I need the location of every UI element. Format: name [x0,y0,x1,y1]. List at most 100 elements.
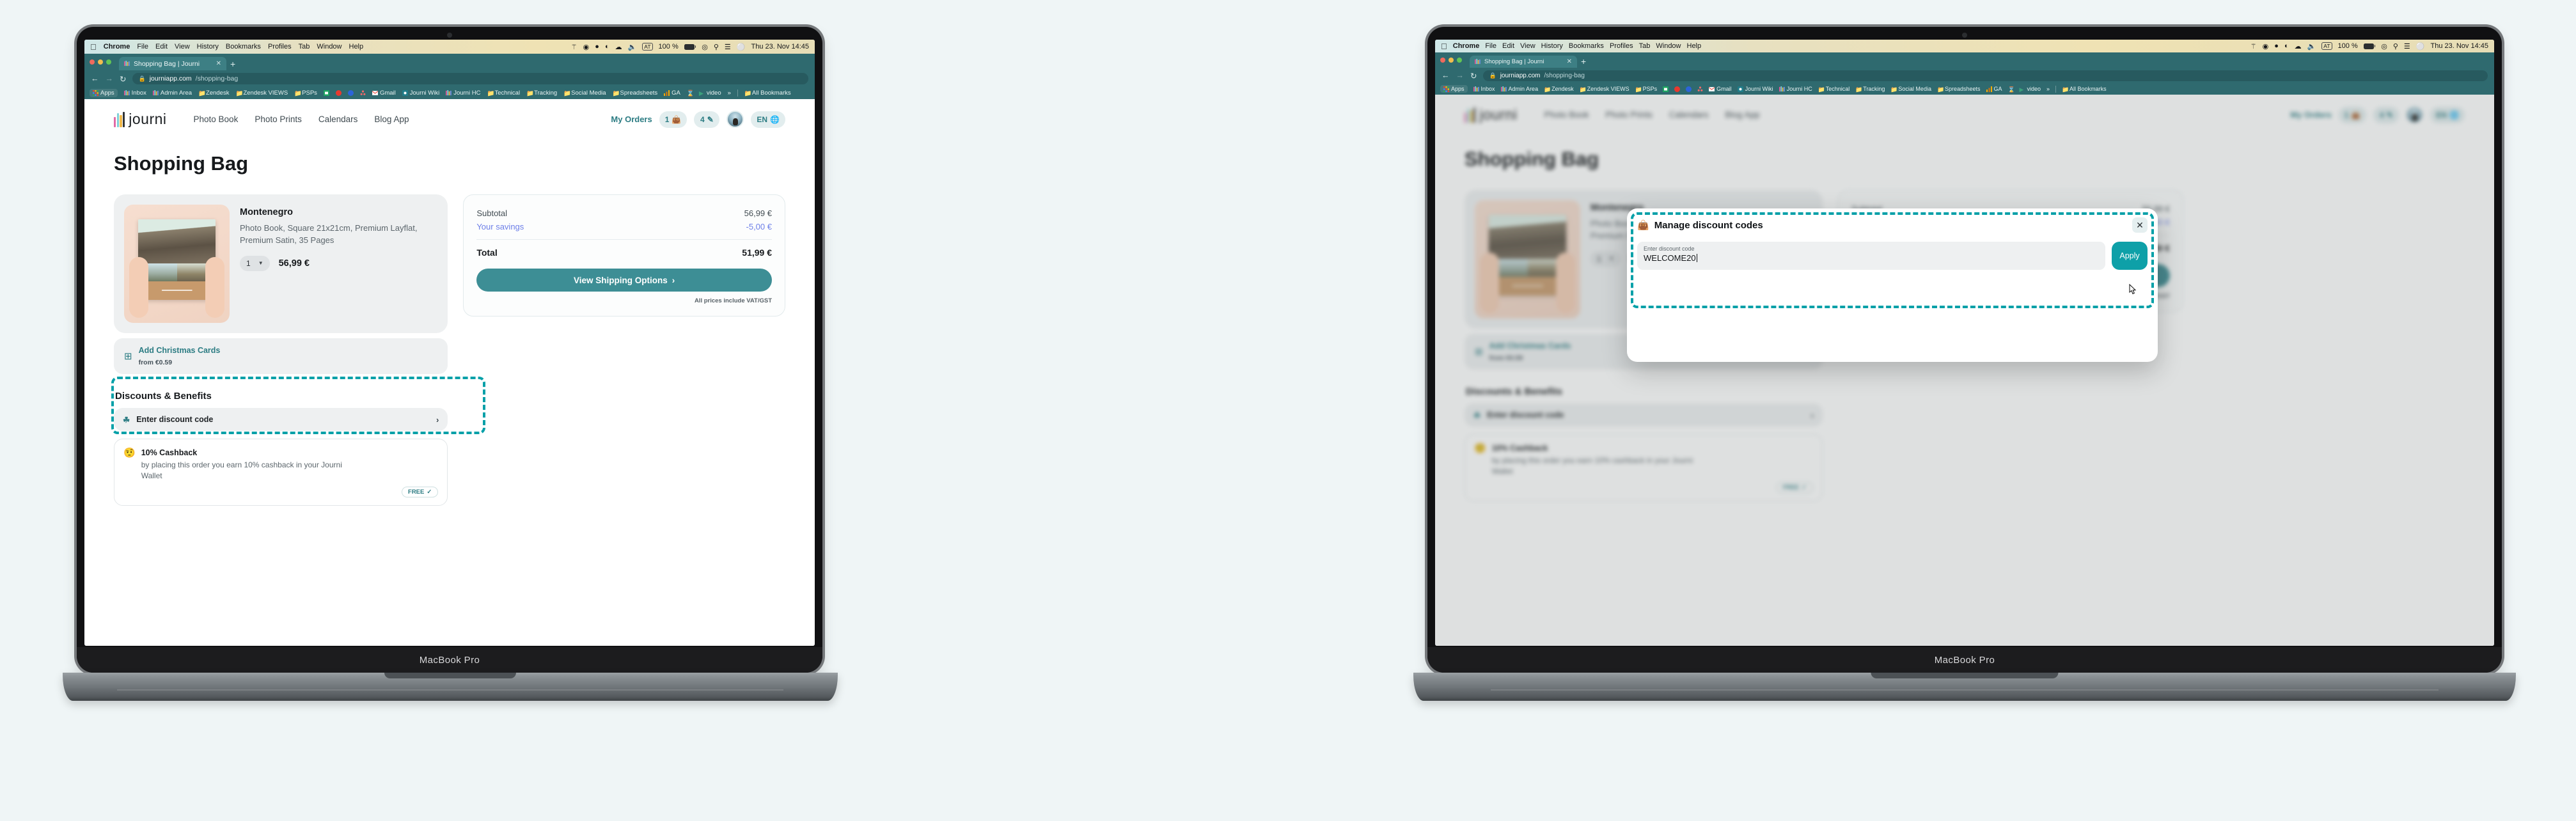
close-icon[interactable]: ✕ [2132,217,2148,233]
menu-window[interactable]: Window [1656,42,1681,50]
browser-tab[interactable]: Shopping Bag | Journi ✕ [119,57,226,70]
keyboard-layout-indicator[interactable]: AT [642,43,653,51]
menu-tab[interactable]: Tab [299,43,310,51]
bookmark-journi-hc[interactable]: Journi HC [446,90,480,97]
menu-help[interactable]: Help [1687,42,1702,50]
minimize-window-button[interactable] [1449,58,1454,63]
menu-edit[interactable]: Edit [155,43,168,51]
airplay-icon[interactable]: ☁ [2295,42,2302,51]
battery-charging-icon[interactable] [684,43,696,50]
arrow-left-icon[interactable]: ← [91,74,99,83]
view-shipping-options-button[interactable]: View Shipping Options › [476,269,772,292]
menu-chrome[interactable]: Chrome [104,43,130,51]
wifi-icon[interactable]: ◎ [2381,42,2387,51]
bookmark-tracking[interactable]: 📁 Tracking [526,90,557,97]
bookmark-hourglass[interactable]: ⌛ [687,90,695,97]
nav-calendars[interactable]: Calendars [318,114,358,124]
figma-icon[interactable]: ⚚ [571,43,577,51]
plus-icon[interactable]: + [1581,56,1586,68]
arrow-right-icon[interactable]: → [1456,71,1465,80]
journi-logo[interactable]: journi [114,111,167,128]
bookmark-admin-area[interactable]: Admin Area [1500,86,1538,92]
siri-icon[interactable]: ⚪ [2416,42,2425,51]
avatar[interactable] [726,111,744,128]
control-center-icon[interactable]: ☰ [725,43,731,51]
bookmarks-overflow[interactable]: » [728,90,731,97]
apply-button[interactable]: Apply [2112,242,2148,270]
bookmark-spreadsheets[interactable]: 📁 Spreadsheets [1937,86,1981,93]
shopping-bag-button[interactable]: 1 👜 [659,111,687,128]
bookmark-gmail[interactable]: Gmail [1709,86,1732,92]
plus-icon[interactable]: + [230,59,235,70]
bookmark-spreadsheets[interactable]: 📁 Spreadsheets [613,90,658,97]
language-switcher[interactable]: EN 🌐 [751,111,785,128]
menu-help[interactable]: Help [349,43,364,51]
figma-icon[interactable]: ⚚ [2250,42,2257,51]
bookmark-gmail[interactable]: Gmail [372,90,396,97]
menubar-datetime[interactable]: Thu 23. Nov 14:45 [751,43,809,51]
close-icon[interactable]: ✕ [216,60,221,67]
menu-tab[interactable]: Tab [1639,42,1651,50]
bookmark-ga[interactable]: GA [1986,86,2002,92]
apple-icon[interactable]:  [90,43,97,51]
menu-bookmarks[interactable]: Bookmarks [1569,42,1604,50]
menu-window[interactable]: Window [317,43,342,51]
bookmark-video[interactable]: ▶ video [2020,86,2041,93]
menu-profiles[interactable]: Profiles [1610,42,1633,50]
bookmark-psps[interactable]: 📁 PSPs [294,90,317,97]
menu-view[interactable]: View [175,43,190,51]
bookmark-redbook[interactable] [1674,86,1681,92]
enter-discount-code-row[interactable]: ☘ Enter discount code › [114,408,448,431]
menu-view[interactable]: View [1520,42,1535,50]
wifi-icon[interactable]: ◎ [702,43,708,51]
bookmark-apps[interactable]: Apps [1440,85,1468,93]
bookmark-asana[interactable] [1697,86,1703,92]
bookmark-psps[interactable]: 📁 PSPs [1635,86,1658,93]
bitwarden-icon[interactable]: ◐ [605,43,609,51]
maximize-window-button[interactable] [106,59,111,65]
menu-chrome[interactable]: Chrome [1453,42,1480,50]
dropbox-icon[interactable]: ● [595,43,599,51]
browser-tab[interactable]: Shopping Bag | Journi ✕ [1470,56,1577,68]
address-bar[interactable]: 🔒 journiapp.com/shopping-bag [132,73,808,84]
drafts-button[interactable]: 4 ✎ [694,111,720,128]
modal-scrim[interactable] [1435,95,2494,646]
arrow-right-icon[interactable]: → [106,74,114,83]
menubar-datetime[interactable]: Thu 23. Nov 14:45 [2430,42,2488,50]
zero-icon[interactable]: ◉ [583,43,590,51]
bookmark-technical[interactable]: 📁 Technical [487,90,520,97]
menu-history[interactable]: History [1541,42,1563,50]
bookmark-admin-area[interactable]: Admin Area [152,90,192,97]
bookmark-all-bookmarks[interactable]: 📁 All Bookmarks [2062,86,2107,93]
apple-icon[interactable]:  [1441,42,1447,51]
close-icon[interactable]: ✕ [1567,58,1572,65]
bookmark-journi-hc[interactable]: Journi HC [1779,86,1812,92]
address-bar[interactable]: 🔒 journiapp.com/shopping-bag [1483,70,2488,81]
bookmark-all-bookmarks[interactable]: 📁 All Bookmarks [744,90,791,97]
bookmark-technical[interactable]: 📁 Technical [1818,86,1850,93]
bookmark-inbox[interactable]: Inbox [123,90,146,97]
volume-icon[interactable]: 🔈 [2307,42,2316,51]
addon-christmas-cards[interactable]: ⊞ Add Christmas Cards from €0.59 [114,338,448,374]
quantity-select[interactable]: 1 ▼ [240,255,270,271]
menu-history[interactable]: History [197,43,219,51]
bookmark-social-media[interactable]: 📁 Social Media [1890,86,1931,93]
menu-profiles[interactable]: Profiles [268,43,292,51]
bookmark-asana[interactable] [360,90,366,96]
search-icon[interactable]: ⚲ [714,43,719,51]
bookmark-sheets[interactable] [323,90,329,96]
minimize-window-button[interactable] [98,59,103,65]
bookmark-video[interactable]: ▶ video [699,90,721,97]
close-window-button[interactable] [1440,58,1445,63]
bookmarks-overflow[interactable]: » [2046,86,2050,92]
menu-bookmarks[interactable]: Bookmarks [226,43,261,51]
menu-edit[interactable]: Edit [1502,42,1514,50]
close-window-button[interactable] [90,59,95,65]
menu-file[interactable]: File [137,43,148,51]
battery-charging-icon[interactable] [2363,43,2376,49]
arrow-left-icon[interactable]: ← [1441,71,1450,80]
my-orders-link[interactable]: My Orders [611,114,652,124]
bookmark-tracking[interactable]: 📁 Tracking [1855,86,1885,93]
bookmark-redbook[interactable] [335,90,342,96]
bookmark-zendesk[interactable]: 📁 Zendesk [198,90,229,97]
